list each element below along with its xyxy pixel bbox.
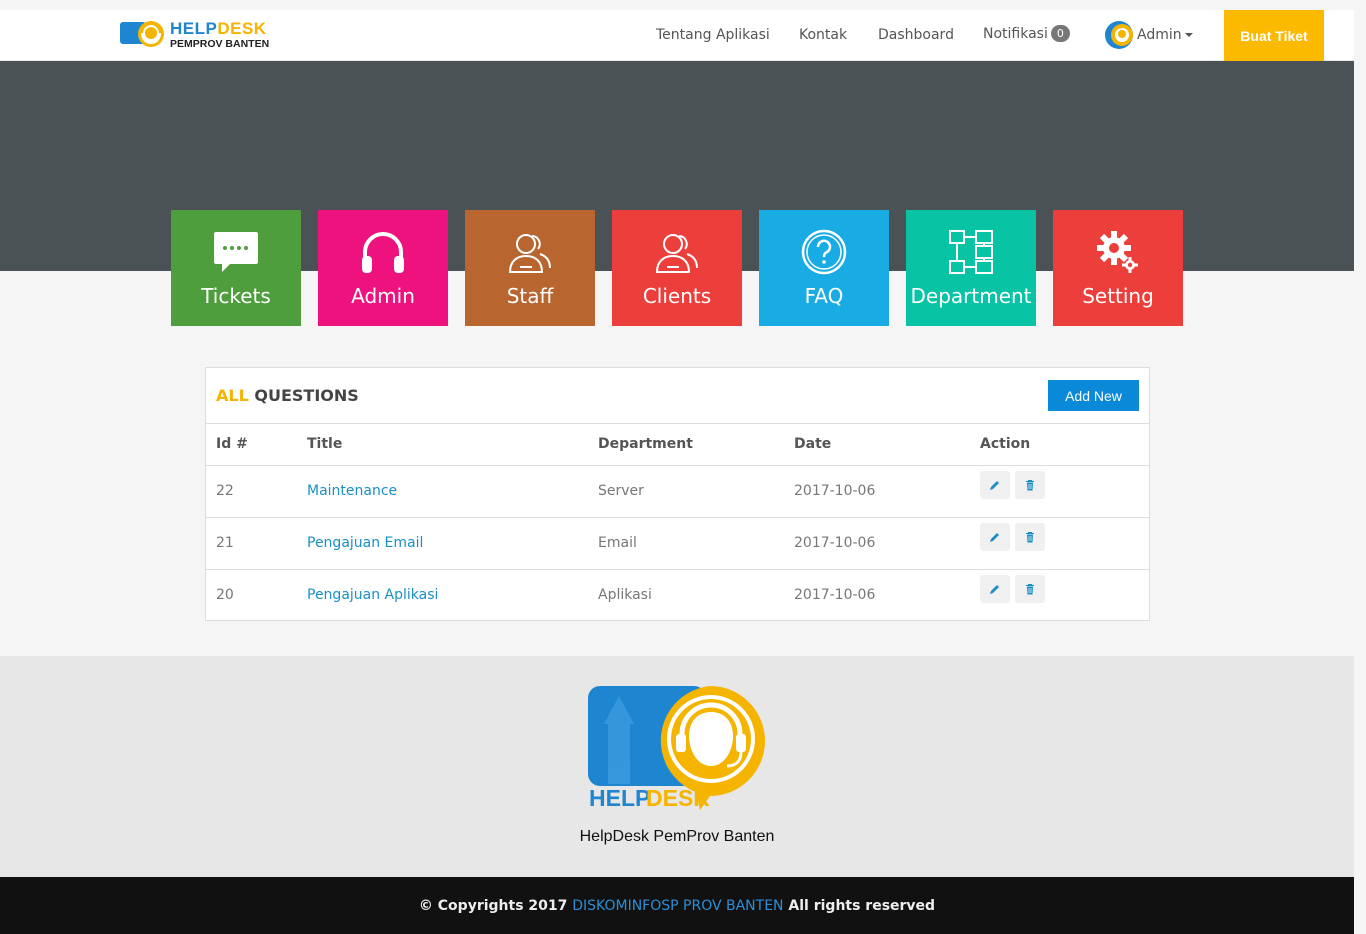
cell-department: Aplikasi: [598, 587, 652, 604]
table-row: 21 Pengajuan Email Email 2017-10-06: [206, 517, 1149, 570]
helpdesk-footer-logo: HELP DESK: [588, 686, 765, 810]
notifications-label: Notifikasi: [983, 26, 1048, 42]
tile-label: Staff: [506, 284, 554, 308]
column-header-action: Action: [970, 424, 1149, 466]
cell-actions: [970, 569, 1149, 621]
sitemap-icon: [949, 230, 993, 274]
footer-logo-text-help: HELP: [589, 785, 650, 810]
brand-title: HELPDESK: [170, 19, 267, 38]
copyright-org-link[interactable]: DISKOMINFOSP PROV BANTEN: [572, 898, 783, 914]
question-title-link[interactable]: Pengajuan Aplikasi: [297, 569, 588, 621]
trash-icon: [1026, 480, 1034, 491]
footer-app-name: HelpDesk PemProv Banten: [579, 828, 775, 845]
nav-dashboard-link[interactable]: Dashboard: [878, 27, 954, 43]
scrollbar[interactable]: [1354, 0, 1366, 934]
tile-label: Clients: [642, 284, 712, 308]
tile-staff[interactable]: Staff: [465, 210, 595, 326]
tile-label: Admin: [351, 284, 415, 308]
copyright-text: © Copyrights 2017 DISKOMINFOSP PROV BANT…: [418, 898, 936, 914]
trash-icon: [1026, 532, 1034, 543]
footer-logo-text-desk: DESK: [646, 785, 710, 810]
user-menu-dropdown[interactable]: Admin: [1137, 27, 1193, 43]
users-icon: [508, 234, 551, 273]
cell-date: 2017-10-06: [794, 587, 876, 604]
column-header-date: Date: [784, 424, 970, 466]
cell-department: Email: [588, 517, 784, 570]
cell-id: 21: [206, 517, 297, 570]
cell-actions: [970, 517, 1149, 570]
headphones-icon: [362, 232, 404, 273]
table-row: 20 Pengajuan Aplikasi Aplikasi 2017-10-0…: [206, 569, 1149, 621]
edit-button[interactable]: [980, 471, 1010, 499]
column-header-title: Title: [297, 424, 588, 466]
brand-logo[interactable]: HELPDESK PEMPROV BANTEN: [120, 17, 270, 53]
tile-department[interactable]: Department: [906, 210, 1036, 326]
tile-faq[interactable]: FAQ: [759, 210, 889, 326]
brand-subtitle: PEMPROV BANTEN: [170, 38, 270, 50]
gear-icon: [1097, 231, 1138, 273]
nav-notifications-link[interactable]: Notifikasi 0: [983, 25, 1070, 42]
caret-down-icon: [1184, 33, 1193, 37]
cell-id: 22: [206, 465, 297, 518]
helpdesk-logo-icon: [120, 21, 164, 47]
cell-actions: [970, 465, 1149, 518]
cell-id: 20: [216, 587, 234, 604]
table-header-row: Id # Title Department Date Action: [206, 424, 1149, 466]
pencil-icon: [990, 481, 999, 490]
cell-department: Server: [588, 465, 784, 518]
tile-setting[interactable]: Setting: [1053, 210, 1183, 326]
tile-clients[interactable]: Clients: [612, 210, 742, 326]
panel-header: ALL QUESTIONS Add New: [206, 368, 1149, 424]
tile-label: Setting: [1082, 284, 1154, 308]
delete-button[interactable]: [1015, 471, 1045, 499]
tile-label: Department: [910, 284, 1032, 308]
tile-tickets[interactable]: Tickets: [171, 210, 301, 326]
edit-button[interactable]: [980, 575, 1010, 604]
panel-title: ALL QUESTIONS: [216, 386, 359, 405]
questions-panel: ALL QUESTIONS Add New Id # Title Departm…: [205, 367, 1150, 621]
question-icon: [801, 229, 847, 275]
create-ticket-button[interactable]: Buat Tiket: [1224, 10, 1324, 61]
table-row: 22 Maintenance Server 2017-10-06: [206, 465, 1149, 518]
tile-admin[interactable]: Admin: [318, 210, 448, 326]
delete-button[interactable]: [1015, 523, 1045, 551]
column-header-id: Id #: [206, 424, 297, 466]
cell-date: 2017-10-06: [784, 517, 970, 570]
pencil-icon: [990, 585, 999, 595]
top-navbar: HELPDESK PEMPROV BANTEN Tentang Aplikasi…: [0, 10, 1354, 61]
question-title-link[interactable]: Pengajuan Email: [297, 517, 588, 570]
user-avatar-icon[interactable]: [1104, 20, 1134, 50]
delete-button[interactable]: [1015, 575, 1045, 604]
tile-label: Tickets: [201, 284, 271, 308]
notification-count-badge: 0: [1050, 25, 1070, 42]
column-header-department: Department: [588, 424, 784, 466]
chat-icon: [214, 232, 258, 272]
add-new-button[interactable]: Add New: [1048, 380, 1139, 411]
footer-copyright-bar: © Copyrights 2017 DISKOMINFOSP PROV BANT…: [0, 877, 1354, 934]
tile-label: FAQ: [804, 284, 844, 308]
pencil-icon: [990, 533, 999, 542]
trash-icon: [1026, 584, 1034, 595]
nav-contact-link[interactable]: Kontak: [799, 27, 847, 43]
users-icon: [655, 234, 698, 273]
question-title-link[interactable]: Maintenance: [297, 465, 588, 518]
footer-brand-area: HELP DESK HelpDesk PemProv Banten: [0, 656, 1354, 877]
edit-button[interactable]: [980, 523, 1010, 551]
user-name: Admin: [1137, 27, 1182, 43]
nav-about-link[interactable]: Tentang Aplikasi: [656, 27, 770, 43]
questions-table: Id # Title Department Date Action 22 Mai…: [206, 424, 1149, 621]
cell-date: 2017-10-06: [784, 465, 970, 518]
